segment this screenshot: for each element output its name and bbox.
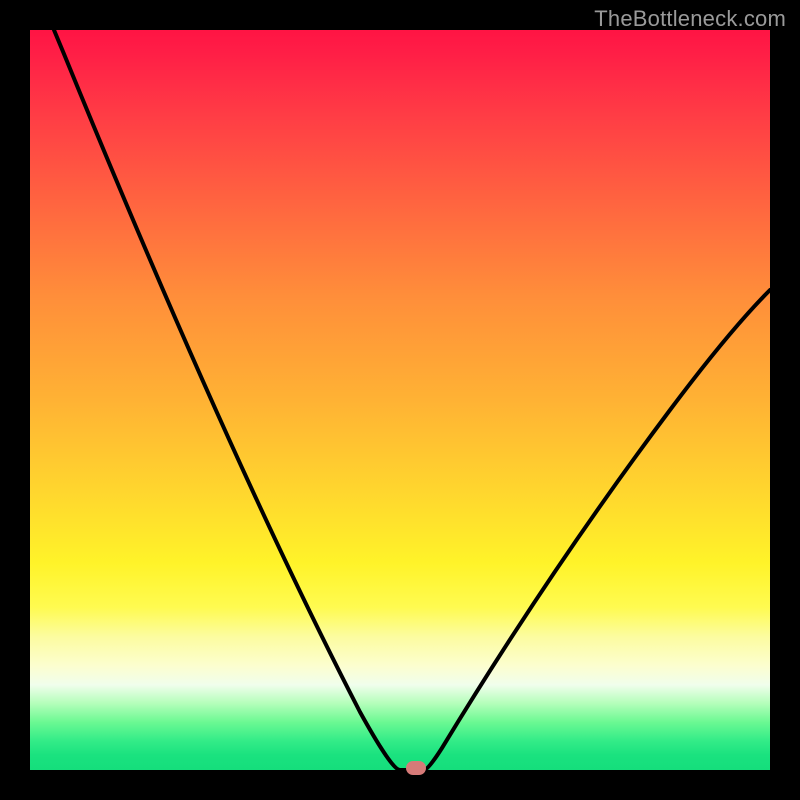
chart-frame: TheBottleneck.com bbox=[0, 0, 800, 800]
curve-path bbox=[54, 30, 770, 770]
bottleneck-curve bbox=[30, 30, 770, 770]
optimum-marker bbox=[406, 761, 426, 775]
watermark-text: TheBottleneck.com bbox=[594, 6, 786, 32]
